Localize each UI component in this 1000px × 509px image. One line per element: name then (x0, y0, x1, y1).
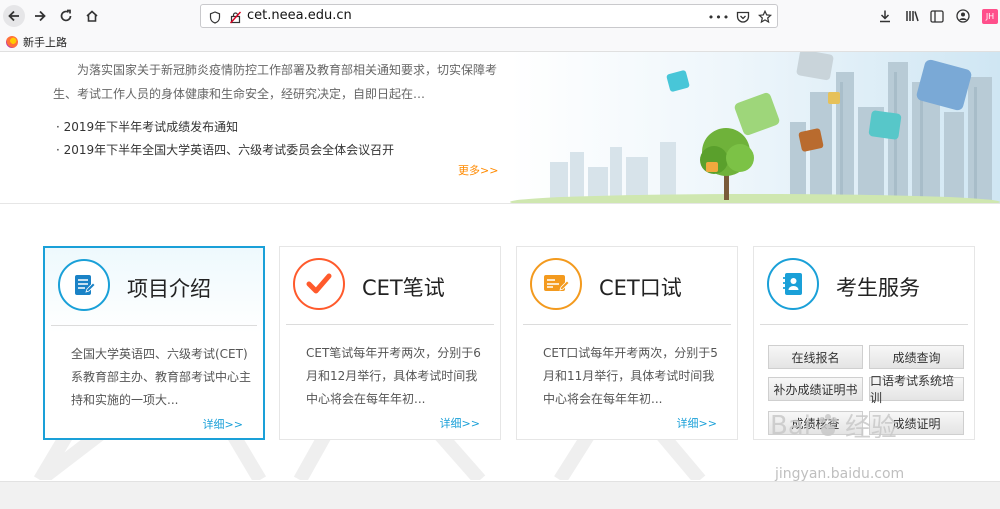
bookmark-item[interactable]: 新手上路 (6, 34, 67, 50)
card-description: CET笔试每年开考两次，分别于6月和12月举行，具体考试时间我中心将会在每年年初… (306, 346, 481, 406)
forward-arrow-icon (35, 10, 46, 22)
bookmark-label: 新手上路 (23, 36, 67, 49)
account-icon[interactable] (953, 6, 973, 26)
bookmarks-toolbar: 新手上路 (0, 32, 1000, 52)
watermark-url: jingyan.baidu.com (775, 466, 905, 482)
shield-icon[interactable] (207, 9, 223, 25)
reload-icon (60, 9, 72, 22)
checkmark-icon (293, 258, 345, 310)
screen-pen-icon (530, 258, 582, 310)
back-arrow-icon (3, 5, 25, 27)
news-item-text: 2019年下半年全国大学英语四、六级考试委员会全体会议召开 (63, 143, 395, 157)
bookmark-star-icon[interactable] (757, 9, 773, 25)
online-registration-button[interactable]: 在线报名 (768, 345, 863, 369)
home-button[interactable] (80, 4, 104, 28)
download-icon[interactable] (875, 6, 895, 26)
profile-initials: JH (982, 8, 998, 24)
news-item[interactable]: · 2019年下半年考试成绩发布通知 (56, 118, 238, 135)
sidebar-icon[interactable] (927, 6, 947, 26)
insecure-lock-icon[interactable] (227, 9, 243, 25)
city-skyline-illustration (510, 52, 1000, 203)
url-text[interactable]: cet.neea.edu.cn (247, 8, 352, 23)
news-banner: 为落实国家关于新冠肺炎疫情防控工作部署及教育部相关通知要求，切实保障考生、考试工… (0, 52, 1000, 204)
watermark-logo-text: Bai (770, 410, 811, 441)
oral-exam-training-button[interactable]: 口语考试系统培训 (869, 374, 964, 405)
card-divider (286, 324, 494, 325)
card-divider (523, 324, 731, 325)
card-detail-link[interactable]: 详细>> (677, 415, 717, 431)
news-item-text: 2019年下半年考试成绩发布通知 (63, 120, 239, 134)
paw-icon (819, 413, 837, 436)
back-button[interactable] (2, 4, 26, 28)
card-project-intro[interactable]: 项目介绍 全国大学英语四、六级考试(CET)系教育部主办、教育部考试中心主持和实… (43, 246, 265, 440)
score-query-button[interactable]: 成绩查询 (869, 345, 964, 369)
more-news-link[interactable]: 更多>> (458, 162, 498, 178)
browser-toolbar: cet.neea.edu.cn ••• JH (0, 0, 1000, 32)
address-bar[interactable]: cet.neea.edu.cn ••• (200, 4, 778, 28)
card-detail-link[interactable]: 详细>> (440, 415, 480, 431)
card-detail-link[interactable]: 详细>> (203, 416, 243, 432)
footer-band (0, 481, 1000, 509)
profile-avatar[interactable]: JH (980, 6, 1000, 26)
forward-button[interactable] (28, 4, 52, 28)
reissue-certificate-button[interactable]: 补办成绩证明书 (768, 377, 863, 401)
card-description: 全国大学英语四、六级考试(CET)系教育部主办、教育部考试中心主持和实施的一项大… (71, 347, 252, 407)
firefox-icon (6, 36, 18, 48)
watermark-jingyan-text: 经验 (845, 413, 898, 443)
card-cet-written[interactable]: CET笔试 CET笔试每年开考两次，分别于6月和12月举行，具体考试时间我中心将… (279, 246, 501, 440)
news-item[interactable]: · 2019年下半年全国大学英语四、六级考试委员会全体会议召开 (56, 141, 394, 158)
card-title: CET口试 (599, 276, 682, 300)
document-icon (58, 259, 110, 311)
pocket-icon[interactable] (735, 9, 751, 25)
epidemic-notice[interactable]: 为落实国家关于新冠肺炎疫情防控工作部署及教育部相关通知要求，切实保障考生、考试工… (53, 58, 513, 106)
card-title: 项目介绍 (127, 277, 211, 301)
baidu-jingyan-watermark: Bai 经验 (770, 407, 897, 444)
library-icon[interactable] (902, 6, 922, 26)
contact-book-icon (767, 258, 819, 310)
card-divider (51, 325, 257, 326)
card-title: 考生服务 (836, 276, 920, 300)
page-actions-menu-icon[interactable]: ••• (708, 9, 729, 25)
card-title: CET笔试 (362, 276, 445, 300)
card-divider (760, 324, 968, 325)
home-icon (86, 10, 98, 22)
reload-button[interactable] (54, 4, 78, 28)
card-description: CET口试每年开考两次，分别于5月和11月举行，具体考试时间我中心将会在每年年初… (543, 346, 718, 406)
card-cet-oral[interactable]: CET口试 CET口试每年开考两次，分别于5月和11月举行，具体考试时间我中心将… (516, 246, 738, 440)
